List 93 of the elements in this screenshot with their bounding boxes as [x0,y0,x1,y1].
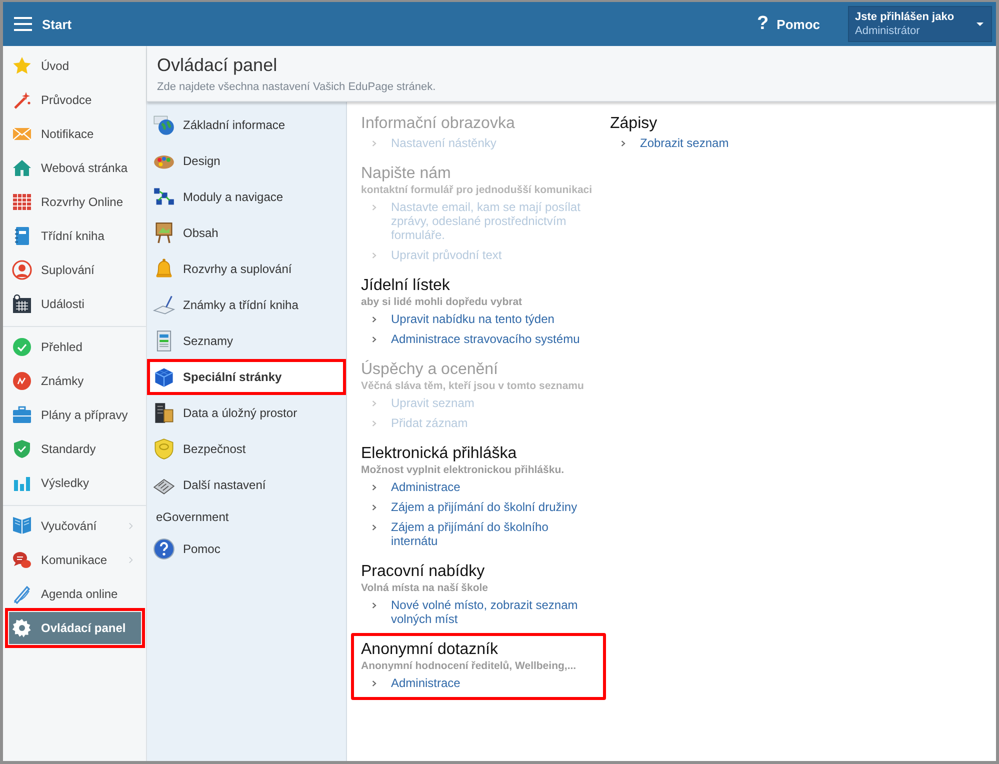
easel-icon [153,222,175,244]
chevron-icon [620,139,627,148]
section-title: Zápisy [610,114,658,133]
menu-item[interactable]: Pomoc [147,531,346,567]
menu-heading[interactable]: eGovernment [147,503,346,531]
menu-item[interactable]: Známky a třídní kniha [147,287,346,323]
sidebar-item[interactable]: Rozvrhy Online [9,186,141,218]
chat-icon [12,550,32,570]
star-icon [12,56,32,76]
calendar-icon [12,294,32,314]
section-link[interactable]: Zobrazit seznam [640,136,729,150]
section-link[interactable]: Administrace [391,676,460,690]
sidebar-item[interactable]: Plány a přípravy [9,399,141,431]
chevron-icon [371,523,378,532]
user-menu[interactable]: Jste přihlášen jako Administrátor [848,6,992,42]
magic-wand-icon [12,90,32,110]
grade-circle-icon [12,371,32,391]
menu-item[interactable]: Design [147,143,346,179]
chevron-icon [371,203,378,212]
menu-item[interactable]: Obsah [147,215,346,251]
menu-item[interactable]: Bezpečnost [147,431,346,467]
section-description: aby si lidé mohli dopředu vybrat [361,295,522,309]
sidebar-item[interactable]: Webová stránka [9,152,141,184]
section-link[interactable]: Zájem a přijímání do školního internátu [391,520,596,548]
sidebar-item[interactable]: Přehled [9,331,141,363]
page-subtitle: Zde najdete všechna nastavení Vašich EduPage stránek. [157,81,437,93]
menu-item[interactable]: Další nastavení [147,467,346,503]
book-pen-icon [153,294,175,316]
sidebar-item[interactable]: Známky [9,365,141,397]
sidebar-item[interactable]: Suplování [9,254,141,286]
chevron-icon [371,601,378,610]
chevron-icon [371,399,378,408]
section-description: Věčná sláva těm, kteří jsou v tomto seznamu [361,379,584,393]
chevron-icon [371,503,378,512]
gear-icon [12,618,32,638]
section-title: Úspěchy a ocenění [361,360,499,379]
sidebar-item[interactable]: Agenda online [9,578,141,610]
sidebar-item[interactable]: Notifikace [9,118,141,150]
pen-icon [12,584,32,604]
sidebar-item[interactable]: Standardy [9,433,141,465]
sidebar-item[interactable]: Ovládací panel [9,612,141,644]
open-book-icon [12,516,32,536]
chevron-icon [371,679,378,688]
menu-item[interactable]: Speciální stránky [147,359,346,395]
menu-item[interactable]: Data a úložný prostor [147,395,346,431]
section-link[interactable]: Upravit nabídku na tento týden [391,312,554,326]
section-link[interactable]: Administrace stravovacího systému [391,332,580,346]
section-link[interactable]: Nové volné místo, zobrazit seznam volných míst [391,598,596,626]
sidebar-item[interactable]: Třídní kniha [9,220,141,252]
menu-item[interactable]: Seznamy [147,323,346,359]
sidebar-item[interactable]: Průvodce [9,84,141,116]
chevron-icon [371,419,378,428]
sidebar-item[interactable]: Události [9,288,141,320]
chevron-icon [371,483,378,492]
menu-item[interactable]: Rozvrhy a suplování [147,251,346,287]
globe-icon [153,114,175,136]
section-description: Anonymní hodnocení ředitelů, Wellbeing,... [361,659,576,673]
sidebar-item[interactable]: Výsledky [9,467,141,499]
sidebar-item[interactable]: Úvod [9,50,141,82]
notebook-icon [12,226,32,246]
menu-item[interactable]: Základní informace [147,107,346,143]
menu-item[interactable]: Moduly a navigace [147,179,346,215]
shield-badge-icon [153,438,175,460]
section-title: Informační obrazovka [361,114,516,133]
section-title: Napište nám [361,164,452,183]
section-description: Volná místa na naší škole [361,581,488,595]
start-menu-button[interactable]: Start [13,10,72,38]
shield-icon [12,439,32,459]
section-title: Pracovní nabídky [361,562,486,581]
help-icon [153,538,175,560]
person-icon [12,260,32,280]
page-title: Ovládací panel [157,55,278,76]
cube-icon [153,366,175,388]
chevron-icon [371,335,378,344]
chevron-icon [371,139,378,148]
section-title: Jídelní lístek [361,276,451,295]
server-icon [153,402,175,424]
section-description: kontaktní formulář pro jednodušší komunikaci [361,183,592,197]
section-description: Možnost vyplnit elektronickou přihlášku. [361,463,564,477]
chevron-icon [371,251,378,260]
briefcase-icon [12,405,32,425]
section-link[interactable]: Administrace [391,480,460,494]
check-circle-icon [12,337,32,357]
menu-icon [13,14,33,34]
help-button[interactable]: ? Pomoc [751,12,826,36]
calendar-grid-icon [12,192,32,212]
sidebar-item[interactable]: Komunikace [9,544,141,576]
sidebar-item[interactable]: Vyučování [9,510,141,542]
section-title: Elektronická přihláška [361,444,518,463]
section-link[interactable]: Zájem a přijímání do školní družiny [391,500,578,514]
house-icon [12,158,32,178]
section-title: Anonymní dotazník [361,640,499,659]
chevron-icon [371,315,378,324]
